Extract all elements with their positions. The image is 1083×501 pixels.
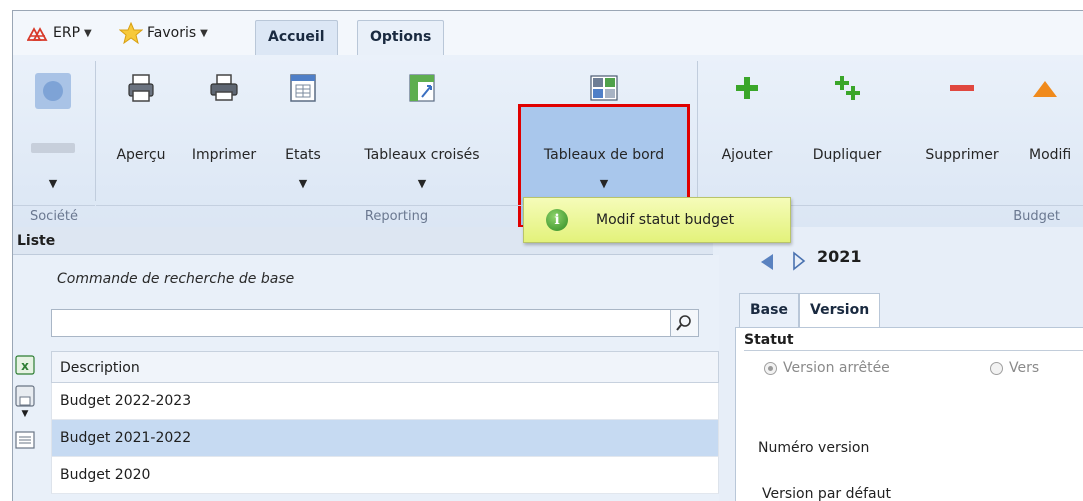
group-label-societe: Société	[13, 205, 95, 228]
arrow-right-icon[interactable]	[791, 251, 807, 271]
dupliquer-button[interactable]: Dupliquer	[791, 55, 903, 203]
tab-base[interactable]: Base	[739, 293, 799, 327]
chevron-down-icon: ▼	[298, 177, 308, 190]
search-input[interactable]	[51, 309, 671, 337]
remove-icon	[950, 85, 974, 91]
chevron-down-icon: ▼	[48, 177, 58, 190]
report-icon	[290, 74, 316, 102]
arrow-left-icon[interactable]	[759, 253, 775, 271]
supprimer-label: Supprimer	[925, 147, 999, 163]
tableaux-de-bord-button[interactable]: Tableaux de bord ▼	[518, 55, 690, 203]
dashboard-icon	[590, 75, 618, 101]
modifier-label: Modifi	[1029, 147, 1072, 163]
row-description: Budget 2021-2022	[60, 430, 192, 446]
erp-label: ERP	[53, 25, 81, 41]
row-description: Budget 2022-2023	[60, 393, 192, 409]
printer-icon	[210, 74, 238, 101]
row-description: Budget 2020	[60, 467, 151, 483]
numero-version-label: Numéro version	[758, 440, 870, 456]
svg-text:x: x	[21, 359, 29, 373]
ribbon-separator	[697, 61, 698, 201]
societe-button[interactable]: ▼	[17, 55, 89, 203]
column-header-description[interactable]: Description	[51, 351, 719, 383]
imprimer-label: Imprimer	[191, 147, 257, 163]
table-row[interactable]: Budget 2022-2023	[51, 383, 719, 420]
print-preview-icon	[128, 74, 154, 102]
excel-export-icon[interactable]: x	[15, 355, 35, 375]
ribbon-separator	[95, 61, 96, 201]
search-caption: Commande de recherche de base	[57, 271, 295, 287]
ajouter-button[interactable]: Ajouter	[703, 55, 791, 203]
company-logo-icon	[35, 73, 71, 109]
etats-button[interactable]: Etats ▼	[269, 55, 337, 203]
statut-title: Statut	[744, 332, 794, 348]
duplicate-icon	[835, 76, 860, 100]
tableaux-croises-button[interactable]: Tableaux croisés ▼	[337, 55, 507, 203]
tooltip-text: Modif statut budget	[596, 212, 735, 228]
table-row[interactable]: Budget 2020	[51, 457, 719, 494]
pivot-table-icon	[409, 74, 435, 102]
ajouter-label: Ajouter	[721, 147, 773, 163]
chevron-down-icon[interactable]: ▼	[15, 409, 35, 419]
version-defaut-label: Version par défaut	[762, 486, 891, 501]
tab-version[interactable]: Version	[799, 293, 881, 328]
supprimer-button[interactable]: Supprimer	[903, 55, 1021, 203]
divider	[744, 350, 1083, 351]
chevron-down-icon: ▼	[599, 177, 609, 190]
search-button[interactable]	[671, 309, 699, 337]
apercu-label: Aperçu	[116, 147, 166, 163]
erp-logo-icon	[27, 27, 48, 41]
societe-blurred-label	[17, 141, 89, 157]
liste-panel: Commande de recherche de base x ▼ Descri…	[13, 255, 719, 501]
radio-unchecked-icon	[990, 361, 1003, 375]
etats-label: Etats	[285, 147, 321, 163]
favoris-label: Favoris	[147, 25, 197, 41]
dupliquer-label: Dupliquer	[812, 147, 882, 163]
radio-label: Version arrêtée	[783, 360, 890, 376]
app-window: ERP ▼ Favoris ▼ Accueil Options ▼ Aperçu…	[12, 10, 1083, 501]
chevron-down-icon: ▼	[84, 27, 92, 39]
favoris-menu[interactable]: Favoris ▼	[119, 21, 208, 45]
tableaux-de-bord-label: Tableaux de bord	[543, 147, 665, 163]
radio-version-arretee[interactable]: Version arrêtée	[764, 360, 890, 376]
detail-panel: 2021 Base Version Statut Version arrêtée…	[719, 227, 1083, 501]
radio-label: Vers	[1009, 360, 1040, 376]
table-row[interactable]: Budget 2021-2022	[51, 420, 719, 457]
tooltip-modif-statut[interactable]: i Modif statut budget	[523, 197, 791, 243]
modifier-button[interactable]: Modifi	[1021, 55, 1083, 203]
apercu-button[interactable]: Aperçu	[103, 55, 179, 203]
tab-options[interactable]: Options	[357, 20, 445, 55]
search-icon	[676, 315, 691, 331]
add-icon	[736, 77, 758, 99]
list-icon[interactable]	[15, 431, 35, 449]
year-label: 2021	[817, 247, 862, 266]
star-icon	[119, 22, 143, 44]
radio-version-other[interactable]: Vers	[990, 360, 1039, 376]
side-toolbar: x ▼	[15, 355, 41, 449]
top-bar: ERP ▼ Favoris ▼ Accueil Options	[13, 11, 1083, 56]
version-content: Statut Version arrêtée Vers Numéro versi…	[735, 327, 1083, 501]
budget-grid: Description Budget 2022-2023 Budget 2021…	[51, 351, 719, 494]
tab-accueil[interactable]: Accueil	[255, 20, 338, 56]
chevron-down-icon: ▼	[417, 177, 427, 190]
imprimer-button[interactable]: Imprimer	[179, 55, 269, 203]
chevron-down-icon: ▼	[200, 27, 208, 39]
erp-menu[interactable]: ERP ▼	[27, 21, 92, 45]
save-icon[interactable]	[15, 385, 35, 407]
tableaux-croises-label: Tableaux croisés	[364, 147, 480, 163]
radio-checked-icon	[764, 361, 777, 375]
modify-triangle-icon	[1033, 81, 1057, 97]
info-icon: i	[546, 209, 568, 231]
